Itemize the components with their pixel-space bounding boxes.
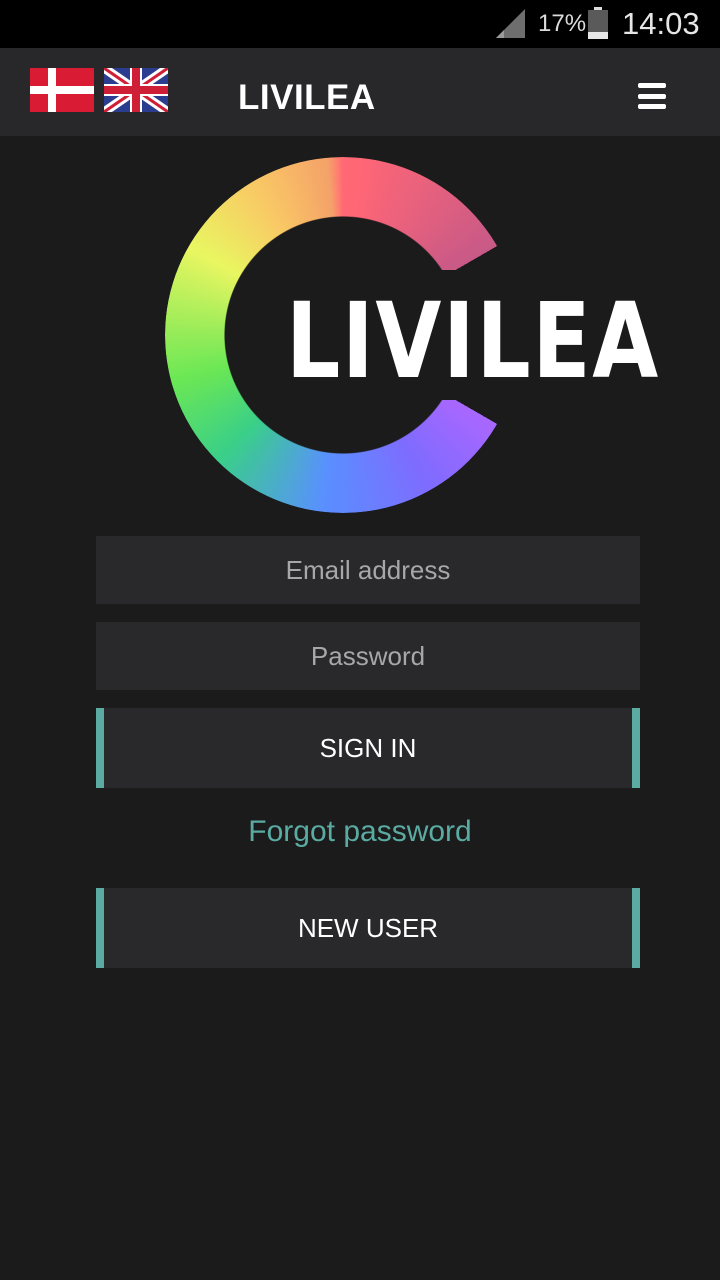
livilea-logo: LIVILEA xyxy=(160,150,658,520)
new-user-label: NEW USER xyxy=(297,912,439,943)
hamburger-menu-icon[interactable] xyxy=(630,78,674,114)
battery-icon xyxy=(588,7,608,39)
status-time: 14:03 xyxy=(622,6,700,41)
app-bar: LIVILEA xyxy=(0,48,720,136)
status-bar: 17% 14:03 xyxy=(0,0,720,48)
uk-flag-icon[interactable] xyxy=(104,68,168,112)
signal-icon xyxy=(496,9,525,38)
forgot-password-link[interactable]: Forgot password xyxy=(0,815,720,849)
danish-flag-icon[interactable] xyxy=(30,68,94,112)
sign-in-label: SIGN IN xyxy=(319,732,417,763)
app-title: LIVILEA xyxy=(238,78,376,117)
battery-percentage: 17% xyxy=(538,10,587,37)
sign-in-button[interactable]: SIGN IN xyxy=(96,708,640,788)
password-field[interactable] xyxy=(96,622,640,690)
logo-text: LIVILEA xyxy=(286,280,660,402)
email-field[interactable] xyxy=(96,536,640,604)
new-user-button[interactable]: NEW USER xyxy=(96,888,640,968)
